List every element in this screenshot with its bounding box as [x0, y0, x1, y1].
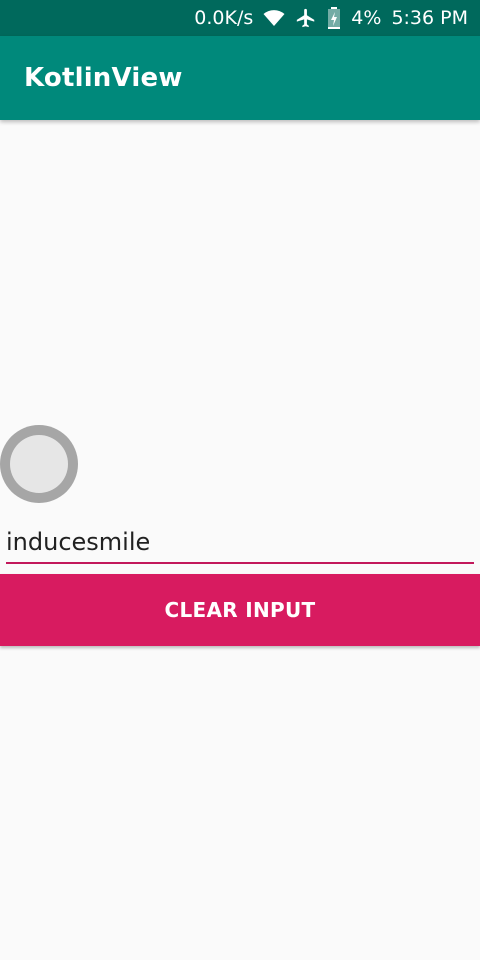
network-speed: 0.0K/s — [194, 7, 254, 29]
battery-charging-icon — [327, 7, 341, 29]
text-input[interactable]: inducesmile — [6, 522, 474, 564]
clear-input-button[interactable]: CLEAR INPUT — [0, 574, 480, 646]
radio-button[interactable] — [0, 425, 78, 503]
radio-button-inner — [10, 435, 68, 493]
app-title: KotlinView — [24, 63, 183, 93]
airplane-icon — [295, 7, 317, 29]
status-bar: 0.0K/s 4% 5:36 PM — [0, 0, 480, 36]
wifi-icon — [263, 9, 285, 27]
app-bar: KotlinView — [0, 36, 480, 120]
clock: 5:36 PM — [391, 7, 468, 29]
battery-level: 4% — [351, 7, 382, 29]
